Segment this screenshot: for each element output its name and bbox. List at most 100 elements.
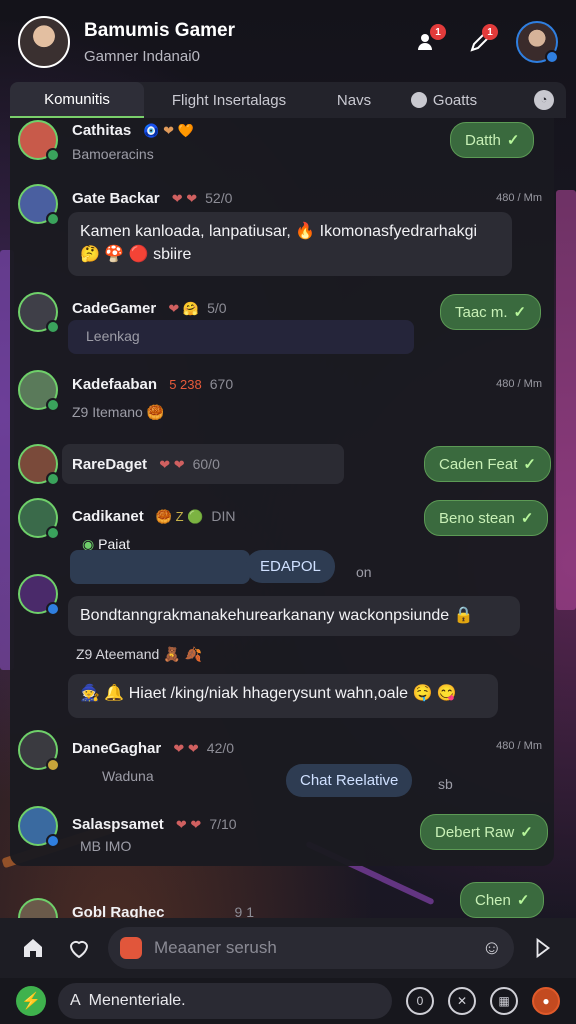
notification-badge: 1 xyxy=(430,24,446,40)
bottom-toolbar: ⚡ A Menenteriale. 0 ✕ ▦ ● xyxy=(0,978,576,1024)
avatar xyxy=(18,184,60,226)
timestamp: 480 / Mm xyxy=(496,192,542,204)
chat-row[interactable]: Gobl Raghec 9 1 Chen ✓ xyxy=(0,870,576,938)
tab-komunitis[interactable]: Komunitis xyxy=(10,82,144,118)
tab-goatts-label: Goatts xyxy=(432,91,478,109)
chat-meta: 🧿 ❤ 🧡 xyxy=(143,123,194,138)
tab-flight-insertalags[interactable]: Flight Insertalags xyxy=(144,82,314,118)
profile-name: Bamumis Gamer xyxy=(84,19,236,41)
chat-subtitle: Z9 Itemano 🥮 xyxy=(72,404,165,420)
chat-name: RareDaget ❤ ❤ 60/0 xyxy=(72,456,220,473)
avatar xyxy=(18,292,60,334)
online-icon xyxy=(46,212,60,226)
chat-subtitle: Leenkag xyxy=(86,328,140,344)
compose-icon: A xyxy=(70,992,81,1009)
chat-meta: ❤ ❤ xyxy=(159,457,185,472)
emoji-icon[interactable]: ☺ xyxy=(482,937,502,960)
search-placeholder: Meaaner serush xyxy=(154,938,277,957)
clock-icon[interactable]: ◔ xyxy=(534,90,554,110)
chat-meta: ❤ ❤ xyxy=(173,741,199,756)
chip-suffix: on xyxy=(356,564,372,580)
chat-count: 7/10 xyxy=(209,816,237,832)
chat-name-text: Kadefaaban xyxy=(72,376,158,393)
pill-label: Debert Raw xyxy=(435,823,515,841)
chat-name-text: RareDaget xyxy=(72,456,148,473)
share-icon[interactable]: ✕ xyxy=(448,987,476,1015)
chat-meta: 🥮 Z 🟢 xyxy=(155,509,204,524)
chat-name: CadeGamer ❤ 🤗 5/0 xyxy=(72,300,227,317)
online-icon xyxy=(46,320,60,334)
chat-meta: ❤ 🤗 xyxy=(168,301,200,316)
calendar-icon[interactable]: ▦ xyxy=(490,987,518,1015)
status-pill[interactable]: Caden Feat ✓ xyxy=(424,446,551,482)
pill-label: Caden Feat xyxy=(439,455,518,473)
chat-subtitle: Waduna xyxy=(102,768,154,784)
status-pill[interactable]: Chen ✓ xyxy=(460,882,545,918)
tab-goatts[interactable]: Goatts xyxy=(394,82,494,118)
avatar xyxy=(18,120,60,162)
chat-count: 52/0 xyxy=(205,190,233,206)
chat-name-text: CadeGamer xyxy=(72,300,157,317)
pill-label: Chen xyxy=(475,891,511,909)
check-icon: ✓ xyxy=(523,456,536,473)
chat-name: Salaspsamet ❤ ❤ 7/10 xyxy=(72,816,237,833)
bolt-icon[interactable]: ⚡ xyxy=(16,986,46,1016)
app-header: Bamumis Gamer Gamner Indanai0 1 1 xyxy=(0,0,576,84)
chat-name: Cadikanet 🥮 Z 🟢 DIN xyxy=(72,508,236,525)
chat-name: Gate Backar ❤ ❤ 52/0 xyxy=(72,190,232,207)
check-icon: ✓ xyxy=(513,304,527,321)
send-icon[interactable] xyxy=(526,931,560,965)
game-icon[interactable]: ● xyxy=(532,987,560,1015)
edit-icon[interactable]: 1 xyxy=(462,24,498,60)
chat-name: Kadefaaban 5 238 670 xyxy=(72,376,233,393)
chat-name-text: Gate Backar xyxy=(72,190,160,207)
chat-count: 5/0 xyxy=(207,300,227,316)
chat-meta: 5 238 xyxy=(169,377,202,392)
profile-avatar[interactable] xyxy=(18,16,70,68)
verified-icon xyxy=(46,834,60,848)
home-icon[interactable] xyxy=(16,931,50,965)
chat-name-text: Salaspsamet xyxy=(72,816,164,833)
check-icon: ✓ xyxy=(506,132,520,149)
heart-shield-icon[interactable] xyxy=(62,931,96,965)
chat-name-text: DaneGaghar xyxy=(72,740,162,757)
profile-info: Bamumis Gamer Gamner Indanai0 xyxy=(84,20,394,65)
search-input[interactable]: Meaaner serush ☺ xyxy=(108,927,514,969)
progress-bar xyxy=(70,550,250,584)
message-bubble[interactable]: 🧙 🔔 Hiaet /king/niak hhagerysunt wahn,oa… xyxy=(68,674,498,718)
status-pill[interactable]: Beno stean ✓ xyxy=(424,500,549,536)
online-icon xyxy=(46,526,60,540)
action-chip[interactable]: EDAPOL xyxy=(246,550,335,583)
status-pill[interactable]: Datth ✓ xyxy=(450,122,535,158)
chat-subtitle: MB IMO xyxy=(80,838,132,854)
avatar xyxy=(18,498,60,540)
compose-label: Menenteriale. xyxy=(88,992,186,1009)
online-icon xyxy=(46,148,60,162)
my-avatar[interactable] xyxy=(516,21,559,64)
profile-subtitle: Gamner Indanai0 xyxy=(84,47,200,65)
chat-count: 60/0 xyxy=(192,456,220,472)
message-bubble[interactable]: Kamen kanloada, lanpatiusar, 🔥 Ikomonasf… xyxy=(68,212,512,276)
chat-count: 42/0 xyxy=(206,740,235,756)
tab-navs[interactable]: Navs xyxy=(314,82,394,118)
goatts-icon xyxy=(410,92,427,108)
avatar xyxy=(18,574,60,616)
people-icon[interactable]: 1 xyxy=(410,24,446,60)
chat-name-text: Cathitas xyxy=(72,122,132,139)
zero-icon[interactable]: 0 xyxy=(406,987,434,1015)
message-bubble[interactable]: Bondtanngrakmanakehurearkanany wackonpsi… xyxy=(68,596,520,636)
edit-badge: 1 xyxy=(482,24,498,40)
verified-icon xyxy=(545,50,559,64)
pill-label: Taac m. xyxy=(455,303,508,321)
online-icon xyxy=(46,472,60,486)
compose-field[interactable]: A Menenteriale. xyxy=(58,983,392,1019)
status-pill[interactable]: Debert Raw ✓ xyxy=(420,814,548,850)
avatar xyxy=(18,730,60,772)
pill-label: Beno stean xyxy=(439,509,515,527)
chat-subtitle: Bamoeracins xyxy=(72,146,154,162)
tab-bar: Komunitis Flight Insertalags Navs Goatts… xyxy=(10,82,566,118)
chip-suffix: sb xyxy=(438,776,453,792)
chat-list: Cathitas 🧿 ❤ 🧡 Bamoeracins Datth ✓ Gate B… xyxy=(10,118,554,866)
status-pill[interactable]: Taac m. ✓ xyxy=(440,294,542,330)
action-chip[interactable]: Chat Reelative xyxy=(286,764,413,797)
